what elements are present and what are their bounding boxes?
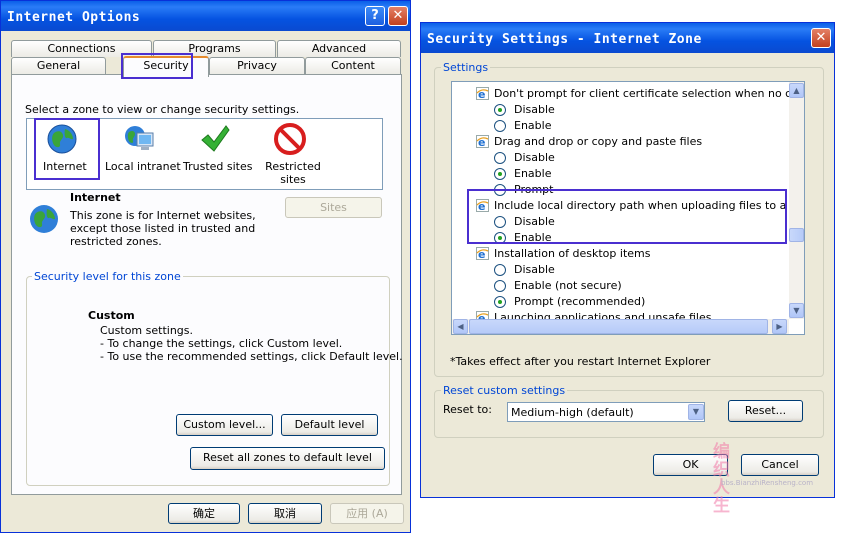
reset-custom-settings-label: Reset custom settings <box>441 384 568 397</box>
setting-option-label: Enable (not secure) <box>514 279 622 292</box>
sites-button[interactable]: Sites <box>285 197 382 218</box>
reset-to-dropdown[interactable]: Medium-high (default) ▼ <box>507 402 705 422</box>
zone-description-line2: except those listed in trusted and <box>70 222 256 235</box>
watermark-url: bbs.BianzhiRensheng.com <box>721 479 814 487</box>
ie-settings-icon: e <box>476 87 489 100</box>
setting-option-label: Prompt (recommended) <box>514 295 646 308</box>
reset-button[interactable]: Reset... <box>728 400 803 422</box>
zone-trusted-sites-label: Trusted sites <box>183 160 253 173</box>
intranet-computer-icon <box>125 126 154 150</box>
scroll-right-button[interactable]: ▶ <box>772 319 787 334</box>
internet-options-title: Internet Options <box>1 1 410 31</box>
setting-heading: e Drag and drop or copy and paste files <box>452 134 788 150</box>
setting-option[interactable]: Prompt (recommended) <box>452 294 788 310</box>
setting-option-label: Disable <box>514 263 555 276</box>
include-local-path-highlight <box>467 189 787 244</box>
apply-button[interactable]: 应用 (A) <box>330 503 404 524</box>
zone-local-intranet[interactable]: Local intranet <box>105 121 181 185</box>
setting-option-label: Disable <box>514 151 555 164</box>
default-level-button[interactable]: Default level <box>281 414 378 436</box>
setting-heading: e Don't prompt for client certificate sel… <box>452 86 804 102</box>
custom-line2: - To change the settings, click Custom l… <box>100 337 343 350</box>
zone-restricted-sites[interactable]: Restricted sites <box>261 121 321 186</box>
restart-note: *Takes effect after you restart Internet… <box>450 355 711 368</box>
close-button[interactable]: ✕ <box>811 28 831 48</box>
horizontal-scroll-thumb[interactable] <box>469 319 768 334</box>
scroll-left-button[interactable]: ◀ <box>453 319 468 334</box>
no-entry-icon <box>274 123 306 155</box>
setting-option[interactable]: Disable <box>452 262 788 278</box>
ie-settings-icon: e <box>476 247 489 260</box>
internet-options-window: Internet Options ? ✕ Connections Program… <box>0 0 411 533</box>
custom-line3: - To use the recommended settings, click… <box>100 350 403 363</box>
zone-name: Internet <box>70 191 121 204</box>
setting-heading-label: Don't prompt for client certificate sele… <box>494 87 805 100</box>
setting-option[interactable]: Enable <box>452 166 788 182</box>
checkmark-icon <box>201 125 230 152</box>
cancel-button[interactable]: Cancel <box>741 454 819 476</box>
setting-heading-label: Drag and drop or copy and paste files <box>494 135 703 148</box>
chevron-down-icon[interactable]: ▼ <box>688 404 704 420</box>
setting-option[interactable]: Disable <box>452 102 788 118</box>
setting-heading-label: Installation of desktop items <box>494 247 651 260</box>
setting-option-label: Enable <box>514 119 552 132</box>
reset-to-label: Reset to: <box>443 403 492 416</box>
security-tab-highlight <box>121 53 193 79</box>
custom-line1: Custom settings. <box>100 324 194 337</box>
security-settings-title: Security Settings - Internet Zone <box>421 23 834 53</box>
tab-privacy[interactable]: Privacy <box>209 57 305 74</box>
radio-button[interactable] <box>494 104 506 116</box>
settings-group-label: Settings <box>441 61 491 74</box>
setting-heading: e Installation of desktop items <box>452 246 788 262</box>
security-settings-window: Security Settings - Internet Zone ✕ Sett… <box>420 22 835 515</box>
zone-local-intranet-label: Local intranet <box>105 160 181 173</box>
ok-button[interactable]: 确定 <box>168 503 240 524</box>
radio-button[interactable] <box>494 296 506 308</box>
setting-option[interactable]: Enable <box>452 118 788 134</box>
help-button[interactable]: ? <box>365 6 385 26</box>
zone-description-line3: restricted zones. <box>70 235 162 248</box>
cancel-button[interactable]: 取消 <box>248 503 322 524</box>
horizontal-scrollbar[interactable]: ◀ ▶ <box>452 319 789 334</box>
tab-content[interactable]: Content <box>305 57 401 74</box>
radio-button[interactable] <box>494 168 506 180</box>
custom-level-button[interactable]: Custom level... <box>176 414 273 436</box>
radio-button[interactable] <box>494 152 506 164</box>
internet-zone-highlight <box>34 118 100 180</box>
radio-button[interactable] <box>494 120 506 132</box>
reset-to-value: Medium-high (default) <box>511 406 634 419</box>
setting-option-label: Disable <box>514 103 555 116</box>
zone-description-line1: This zone is for Internet websites, <box>70 209 256 222</box>
tab-advanced[interactable]: Advanced <box>277 40 401 57</box>
zone-prompt: Select a zone to view or change security… <box>25 103 300 116</box>
reset-all-zones-button[interactable]: Reset all zones to default level <box>190 447 385 470</box>
security-level-group-label: Security level for this zone <box>32 270 183 283</box>
ie-settings-icon: e <box>476 135 489 148</box>
globe-icon <box>30 205 58 233</box>
radio-button[interactable] <box>494 264 506 276</box>
scroll-up-button[interactable]: ▲ <box>789 83 804 98</box>
tab-general[interactable]: General <box>11 57 106 74</box>
radio-button[interactable] <box>494 280 506 292</box>
custom-title: Custom <box>88 309 135 322</box>
setting-option-label: Enable <box>514 167 552 180</box>
setting-option[interactable]: Disable <box>452 150 788 166</box>
scroll-down-button[interactable]: ▼ <box>789 303 804 318</box>
close-button[interactable]: ✕ <box>388 6 408 26</box>
scroll-thumb[interactable] <box>789 228 804 242</box>
setting-option[interactable]: Enable (not secure) <box>452 278 788 294</box>
vertical-scrollbar[interactable]: ▲ ▼ <box>789 82 804 319</box>
zone-restricted-sites-label: Restricted sites <box>265 160 321 186</box>
zone-trusted-sites[interactable]: Trusted sites <box>181 121 253 185</box>
security-tab-panel: Select a zone to view or change security… <box>11 74 403 495</box>
